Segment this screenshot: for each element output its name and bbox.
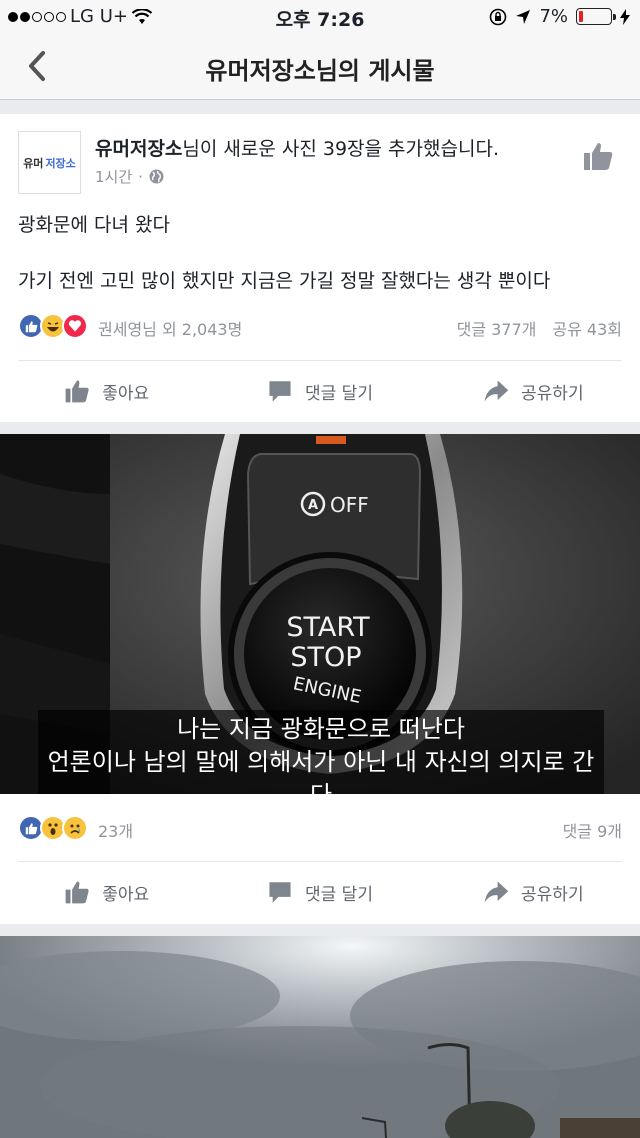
stop-label: STOP xyxy=(290,642,361,673)
photo-feedback-card: 23개 댓글 9개 좋아요 댓글 달기 공유하기 xyxy=(0,794,640,924)
thumbs-up-icon xyxy=(65,380,89,403)
post-time[interactable]: 1시간 xyxy=(95,166,132,187)
caption-line1: 나는 지금 광화문으로 떠난다 xyxy=(177,715,465,743)
reaction-count: 23개 xyxy=(98,822,134,841)
page-title: 유머저장소님의 게시물 xyxy=(205,57,435,85)
post-action-text: 님이 새로운 사진 39장을 추가했습니다. xyxy=(182,138,499,160)
photo-caption: 나는 지금 광화문으로 떠난다 언론이나 남의 말에 의해서가 아닌 내 자신의… xyxy=(38,710,604,794)
caption-line2: 언론이나 남의 말에 의해서가 아닌 내 자신의 의지로 간다 xyxy=(47,748,595,794)
next-post-photo[interactable] xyxy=(0,936,640,1138)
reaction-names: 권세영님 외 2,043명 xyxy=(98,320,243,339)
share-button[interactable]: 공유하기 xyxy=(427,862,640,922)
post-body-line1: 광화문에 다녀 왔다 xyxy=(18,214,170,236)
post-photo[interactable]: A OFF START STOP ENGINE 나는 지금 광화문으로 떠난다 … xyxy=(0,434,640,794)
comment-button[interactable]: 댓글 달기 xyxy=(213,862,426,922)
sad-reaction-icon xyxy=(62,815,88,841)
author-name[interactable]: 유머저장소 xyxy=(95,138,182,160)
share-count[interactable]: 공유 43회 xyxy=(552,316,622,340)
meta-separator: · xyxy=(138,167,143,186)
share-arrow-icon xyxy=(484,881,509,903)
charging-bolt-icon xyxy=(620,8,630,25)
off-label: OFF xyxy=(330,493,369,517)
battery-icon xyxy=(576,8,616,25)
comment-button[interactable]: 댓글 달기 xyxy=(213,361,426,421)
status-bar: LG U+ 오후 7:26 7% xyxy=(0,0,640,34)
location-arrow-icon xyxy=(516,9,531,24)
reaction-icons xyxy=(18,815,88,841)
share-arrow-icon xyxy=(484,380,509,402)
love-reaction-icon xyxy=(62,313,88,339)
post-meta: 1시간 · xyxy=(95,166,164,187)
reaction-summary[interactable]: 권세영님 외 2,043명 댓글 377개 공유 43회 xyxy=(18,313,622,341)
like-button[interactable]: 좋아요 xyxy=(0,361,213,421)
post-body-line2: 가기 전엔 고민 많이 했지만 지금은 가길 정말 잘했다는 생각 뿐이다 xyxy=(18,270,551,292)
post-card: 유머 저장소 유머저장소님이 새로운 사진 39장을 추가했습니다. 1시간 · … xyxy=(0,114,640,422)
svg-text:A: A xyxy=(308,498,318,513)
rotation-lock-icon xyxy=(490,8,507,25)
battery-percent: 7% xyxy=(539,6,568,27)
avatar[interactable]: 유머 저장소 xyxy=(18,131,81,194)
comment-bubble-icon xyxy=(269,882,291,903)
photo-reaction-summary[interactable]: 23개 댓글 9개 xyxy=(18,815,622,843)
like-button[interactable]: 좋아요 xyxy=(0,862,213,922)
post-headline: 유머저장소님이 새로운 사진 39장을 추가했습니다. xyxy=(95,134,499,161)
thumbs-up-icon xyxy=(65,881,89,904)
reaction-icons xyxy=(18,313,88,339)
comment-count[interactable]: 댓글 9개 xyxy=(563,818,622,842)
post-actions: 좋아요 댓글 달기 공유하기 xyxy=(0,361,640,421)
navigation-bar: 유머저장소님의 게시물 xyxy=(0,34,640,100)
share-button[interactable]: 공유하기 xyxy=(427,361,640,421)
comment-count[interactable]: 댓글 377개 xyxy=(457,316,537,340)
globe-icon xyxy=(149,169,164,184)
start-label: START xyxy=(286,612,370,643)
thumbs-up-icon[interactable] xyxy=(582,140,614,172)
photo-actions: 좋아요 댓글 달기 공유하기 xyxy=(0,862,640,922)
comment-bubble-icon xyxy=(269,381,291,402)
cloudy-sky-image xyxy=(0,936,640,1138)
